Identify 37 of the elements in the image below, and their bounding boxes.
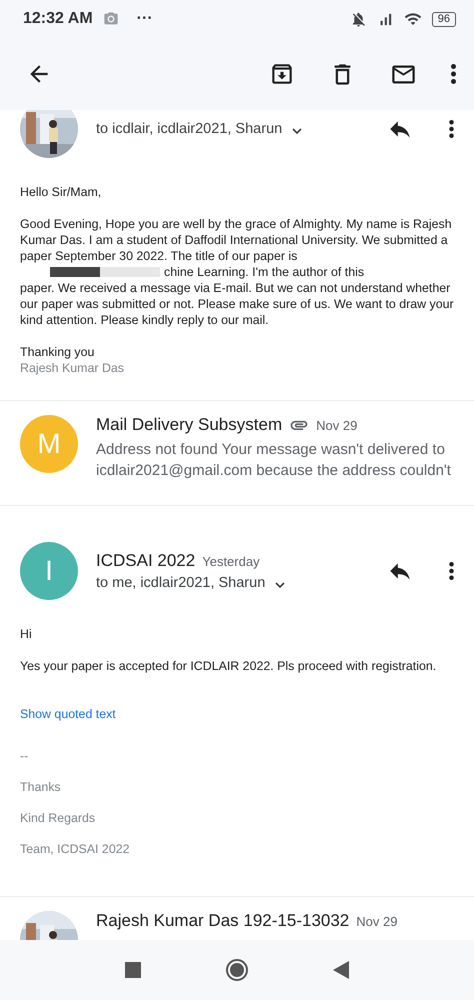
- avatar: M: [20, 415, 78, 473]
- avatar: I: [20, 542, 78, 600]
- recipients-toggle[interactable]: to icdlair, icdlair2021, Sharun: [96, 121, 341, 137]
- message-text: chine Learning. I'm the author of this: [164, 264, 364, 280]
- message-snippet: Address not found Your message wasn't delivered to icdlair2021@gmail.com because the address couldn't: [96, 440, 452, 481]
- signature-text: --: [20, 748, 30, 764]
- chevron-down-icon: [275, 582, 286, 588]
- sender-name: Mail Delivery Subsystem: [96, 415, 282, 435]
- signature-text: Thanks: [20, 779, 62, 795]
- back-nav-button[interactable]: [333, 961, 349, 979]
- signature-text: Team, ICDSAI 2022: [20, 841, 130, 857]
- message-text: Hi: [20, 626, 33, 642]
- recipients-toggle[interactable]: to me, icdlair2021, Sharun: [96, 575, 341, 591]
- sender-name: ICDSAI 2022: [96, 551, 196, 571]
- battery-level: 96: [432, 12, 456, 26]
- message-text: paper. We received a message via E-mail. But we can not understand whether our paper was submitted or not. Please make sure of us. We want to draw your kind attention. Please kindly reply to our mail.: [20, 280, 454, 328]
- triangle-icon: [333, 961, 349, 979]
- message-text: Hello Sir/Mam,: [20, 184, 102, 200]
- square-icon: [125, 962, 141, 978]
- more-notifications-text: ···: [136, 10, 153, 28]
- status-time: 12:32 AM: [23, 10, 93, 28]
- home-button[interactable]: [225, 958, 249, 982]
- chevron-down-icon: [292, 128, 302, 134]
- message-text: Yes your paper is accepted for ICDLAIR 2022. Pls proceed with registration.: [20, 658, 438, 674]
- more-icon: [449, 562, 454, 580]
- message-date: Nov 29: [316, 418, 358, 432]
- more-icon: [451, 64, 456, 84]
- show-quoted-text-link[interactable]: Show quoted text: [20, 706, 116, 722]
- message-text: Thanking you: [20, 344, 96, 360]
- circle-icon: [225, 958, 249, 982]
- camera-icon: [102, 11, 119, 27]
- sender-name: Rajesh Kumar Das 192-15-13032: [96, 911, 350, 931]
- message-date: Nov 29: [356, 914, 398, 928]
- message-date: Yesterday: [202, 554, 260, 568]
- signature-text: Rajesh Kumar Das: [20, 360, 125, 376]
- more-icon: [449, 120, 454, 138]
- signature-text: Kind Regards: [20, 810, 96, 826]
